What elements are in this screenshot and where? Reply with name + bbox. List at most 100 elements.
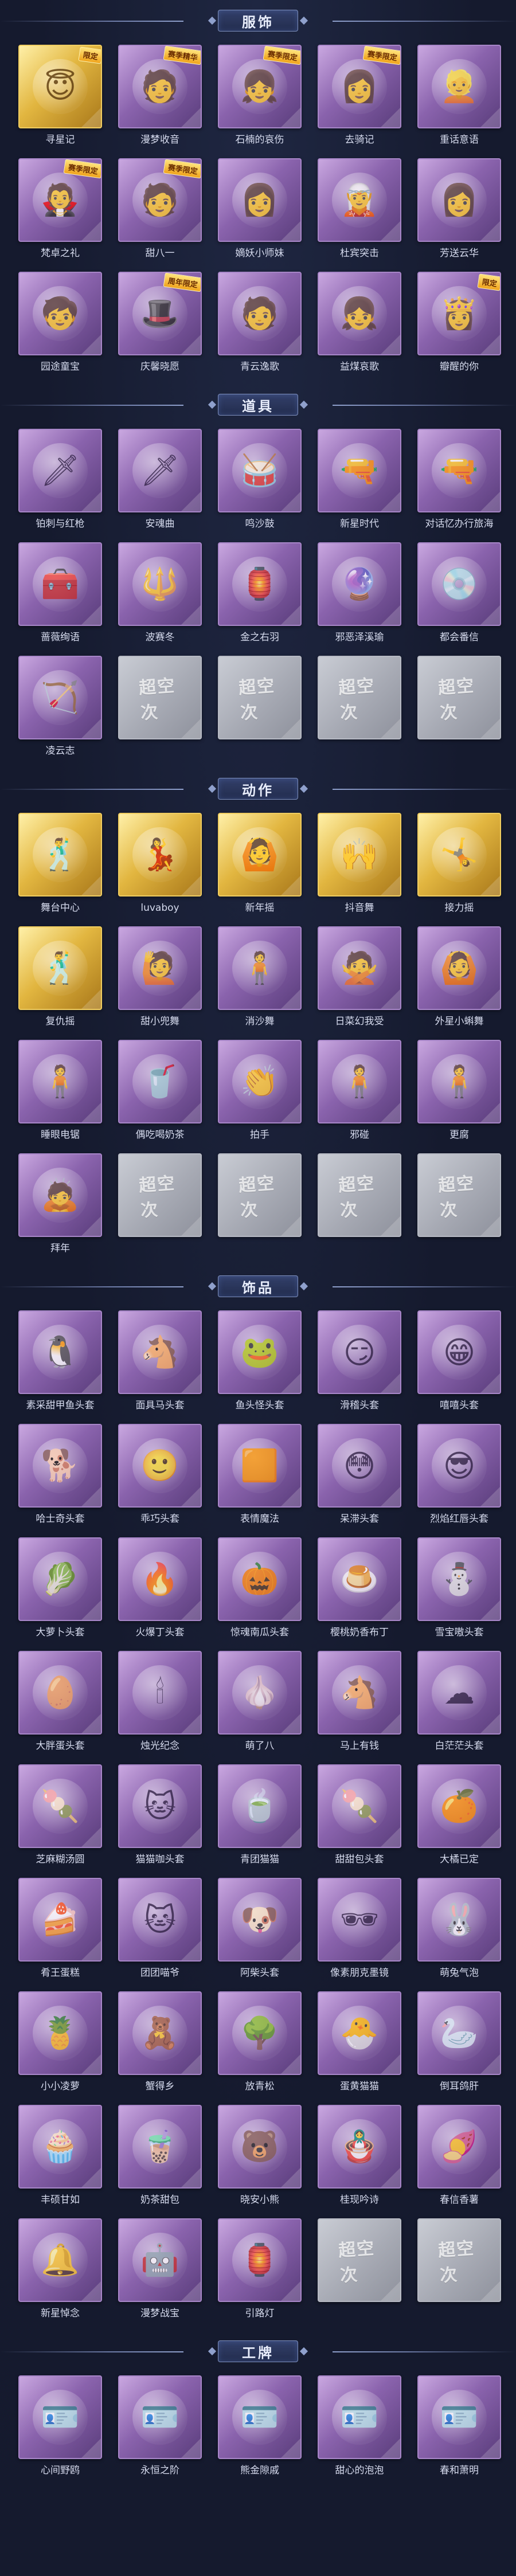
item-card[interactable]: 👸 限定 瓣醒的你 — [417, 272, 501, 378]
item-card[interactable]: 🎩 周年限定 庆馨晓愿 — [118, 272, 202, 378]
item-card[interactable]: 👧 益煤哀歌 — [318, 272, 401, 378]
item-card[interactable]: 🪪 永恒之阶 — [118, 2375, 202, 2482]
item-card[interactable]: 🥤 偶吃喝奶茶 — [118, 1040, 202, 1146]
item-card[interactable]: 🐕 哈士奇头套 — [18, 1424, 102, 1530]
item-card[interactable]: 🧍 消沙舞 — [218, 926, 302, 1033]
item-card[interactable]: 🕺 舞台中心 — [18, 813, 102, 919]
item-card[interactable]: 🙆 新年摇 — [218, 813, 302, 919]
item-card[interactable]: 🐴 马上有钱 — [318, 1651, 401, 1757]
item-tile: 🍡 — [18, 1764, 102, 1848]
item-card[interactable]: 🍡 甜甜包头套 — [318, 1764, 401, 1871]
item-grid: 🐧 素采甜甲鱼头套 🐴 面具马头套 🐸 鱼头怪头套 😏 滑稽头套 😁 嘻嘻头套 🐕 哈士奇头套 🙂 乖巧头… — [0, 1307, 516, 2331]
item-card[interactable]: 🐻 晓安小熊 — [218, 2105, 302, 2211]
item-card[interactable]: 💿 都会番信 — [417, 542, 501, 649]
item-card[interactable]: 🐱 猫猫咖头套 — [118, 1764, 202, 1871]
item-card[interactable]: 🙇 拜年 — [18, 1153, 102, 1260]
item-card[interactable]: 🔫 新星时代 — [318, 429, 401, 535]
item-card[interactable]: 🥁 鸣沙鼓 — [218, 429, 302, 535]
item-card[interactable]: ⛄ 雪宝嗷头套 — [417, 1537, 501, 1644]
item-card[interactable]: 👩 赛季限定 去骑记 — [318, 45, 401, 151]
item-card[interactable]: 🍵 青团猫猫 — [218, 1764, 302, 1871]
item-card[interactable]: 🍮 樱桃奶香布丁 — [318, 1537, 401, 1644]
item-card[interactable]: 🕯 烛光纪念 — [118, 1651, 202, 1757]
item-card[interactable]: 🍍 小小凌萝 — [18, 1991, 102, 2098]
item-card[interactable]: 🏮 金之右羽 — [218, 542, 302, 649]
item-card[interactable]: 🍊 大橘已定 — [417, 1764, 501, 1871]
item-card[interactable]: 🐶 阿柴头套 — [218, 1878, 302, 1984]
item-card[interactable]: 👱 重话意语 — [417, 45, 501, 151]
item-icon: 🐧 — [33, 1325, 88, 1380]
item-card[interactable]: 🙌 抖音舞 — [318, 813, 401, 919]
item-label: 甜八一 — [145, 248, 175, 259]
item-card[interactable]: 🐧 素采甜甲鱼头套 — [18, 1310, 102, 1417]
item-card[interactable]: 🕺 复仇摇 — [18, 926, 102, 1033]
item-card[interactable]: 🐱 团团喵爷 — [118, 1878, 202, 1984]
item-card[interactable]: 🧄 萌了八 — [218, 1651, 302, 1757]
item-card[interactable]: 🙆 外星小蝌舞 — [417, 926, 501, 1033]
item-card[interactable]: 🕶 像素朋克墨镜 — [318, 1878, 401, 1984]
item-card[interactable]: 🧝 杜宾突击 — [318, 158, 401, 265]
item-card[interactable]: 🦢 倒耳鸽肝 — [417, 1991, 501, 2098]
item-card[interactable]: 😎 烈焰红唇头套 — [417, 1424, 501, 1530]
item-card[interactable]: 🧍 睡眼电锯 — [18, 1040, 102, 1146]
item-icon: 🪪 — [132, 2390, 187, 2445]
item-card[interactable]: 🧸 蟹得乡 — [118, 1991, 202, 2098]
item-card[interactable]: 🏮 引路灯 — [218, 2218, 302, 2325]
item-card[interactable]: 🧑 赛季限定 甜八一 — [118, 158, 202, 265]
item-card[interactable]: 🪪 熊金隙戚 — [218, 2375, 302, 2482]
item-card[interactable]: 🧁 丰硕甘如 — [18, 2105, 102, 2211]
item-card[interactable]: 🪆 桂现吟诗 — [318, 2105, 401, 2211]
item-card[interactable]: 🎃 惊魂南瓜头套 — [218, 1537, 302, 1644]
item-label: 消沙舞 — [245, 1016, 275, 1027]
item-card[interactable]: 🏹 凌云志 — [18, 656, 102, 762]
item-card[interactable]: 🧑 青云逸歌 — [218, 272, 302, 378]
item-card[interactable]: 🍠 春信香薯 — [417, 2105, 501, 2211]
item-card[interactable]: 🧒 园途童宝 — [18, 272, 102, 378]
item-card[interactable]: 🍡 芝麻糊汤圆 — [18, 1764, 102, 1871]
item-card[interactable]: ☁ 白茫茫头套 — [417, 1651, 501, 1757]
item-card[interactable]: 🔱 波赛冬 — [118, 542, 202, 649]
item-card[interactable]: 🧰 蔷薇绚语 — [18, 542, 102, 649]
item-card[interactable]: 😳 呆滞头套 — [318, 1424, 401, 1530]
item-card[interactable]: 👩 嫡妖小师妹 — [218, 158, 302, 265]
item-card[interactable]: 💃 luvaboy — [118, 813, 202, 919]
item-card[interactable]: 🧍 邪碰 — [318, 1040, 401, 1146]
item-card[interactable]: 🐸 鱼头怪头套 — [218, 1310, 302, 1417]
item-card[interactable]: 🗡 安魂曲 — [118, 429, 202, 535]
item-card[interactable]: 😇 限定 寻星记 — [18, 45, 102, 151]
item-card[interactable]: 🧍 更腐 — [417, 1040, 501, 1146]
item-label: 奶茶甜包 — [140, 2194, 179, 2206]
item-card[interactable]: 🗡 铂刺与红枪 — [18, 429, 102, 535]
item-card[interactable]: 🙋 甜小兜舞 — [118, 926, 202, 1033]
item-card[interactable]: 👏 拍手 — [218, 1040, 302, 1146]
item-card[interactable]: 🙅 日菜幻我受 — [318, 926, 401, 1033]
item-card[interactable]: 🧑 赛季精华 漫梦收音 — [118, 45, 202, 151]
item-card[interactable]: 🐰 萌兔气泡 — [417, 1878, 501, 1984]
item-card[interactable]: 🪪 春和萧明 — [417, 2375, 501, 2482]
item-card[interactable]: 🔮 邪恶泽溪瑜 — [318, 542, 401, 649]
item-card[interactable]: 🧛 赛季限定 梵卓之礼 — [18, 158, 102, 265]
item-card[interactable]: 👧 赛季限定 石楠的哀伤 — [218, 45, 302, 151]
item-card[interactable]: 🔫 对话忆办行旅海 — [417, 429, 501, 535]
item-card[interactable]: 🍰 肴王蛋糕 — [18, 1878, 102, 1984]
item-card[interactable]: 😏 滑稽头套 — [318, 1310, 401, 1417]
item-tile: ☁ — [417, 1651, 501, 1735]
item-card[interactable]: 🥬 大萝卜头套 — [18, 1537, 102, 1644]
item-card[interactable]: 🐴 面具马头套 — [118, 1310, 202, 1417]
item-card[interactable]: 🔥 火爆丁头套 — [118, 1537, 202, 1644]
item-card[interactable]: 🤸 接力摇 — [417, 813, 501, 919]
item-card[interactable]: 🐣 蛋黄猫猫 — [318, 1991, 401, 2098]
item-card[interactable]: 👩 芳送云华 — [417, 158, 501, 265]
item-card[interactable]: 🤖 漫梦战宝 — [118, 2218, 202, 2325]
item-card[interactable]: 🟧 表情魔法 — [218, 1424, 302, 1530]
item-card[interactable]: 😁 嘻嘻头套 — [417, 1310, 501, 1417]
item-card[interactable]: 🙂 乖巧头套 — [118, 1424, 202, 1530]
item-card[interactable]: 🥚 大胖蛋头套 — [18, 1651, 102, 1757]
item-label — [218, 739, 302, 762]
item-card[interactable]: 🔔 新星悼念 — [18, 2218, 102, 2325]
item-tile: 🐶 — [218, 1878, 302, 1962]
item-card[interactable]: 🌳 放青松 — [218, 1991, 302, 2098]
item-card[interactable]: 🪪 甜心的泡泡 — [318, 2375, 401, 2482]
item-card[interactable]: 🧋 奶茶甜包 — [118, 2105, 202, 2211]
item-card[interactable]: 🪪 心间野鸥 — [18, 2375, 102, 2482]
